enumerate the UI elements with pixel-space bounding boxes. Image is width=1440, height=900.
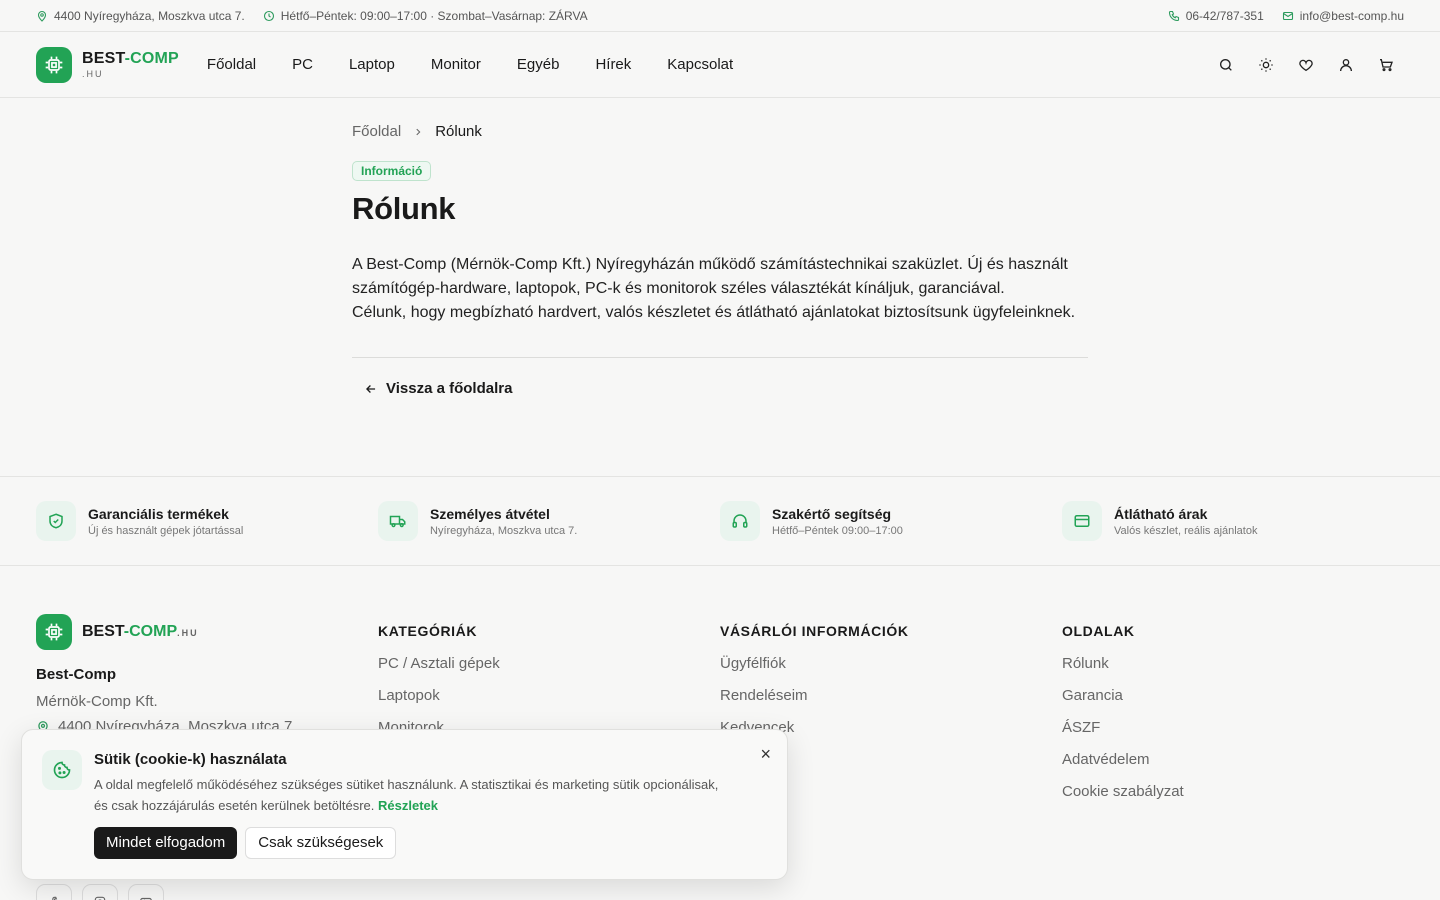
address-text: 4400 Nyíregyháza, Moszkva utca 7. [54, 8, 245, 23]
footer-company-name: Best-Comp [36, 666, 117, 683]
feature-subtitle: Nyíregyháza, Moszkva utca 7. [430, 524, 578, 537]
user-icon[interactable] [1338, 57, 1354, 73]
feature-title: Átlátható árak [1114, 505, 1208, 522]
main-nav: Főoldal PC Laptop Monitor Egyéb Hírek Ka… [207, 56, 733, 73]
footer-customer-title: VÁSÁRLÓI INFORMÁCIÓK [720, 623, 909, 639]
back-to-home-link[interactable]: Vissza a főoldalra [364, 380, 1088, 397]
description-paragraph-2: Célunk, hogy megbízható hardvert, valós … [352, 304, 1076, 321]
feature-prices: Átlátható árak Valós készlet, reális ajá… [1062, 501, 1404, 541]
footer-company-sub: Mérnök-Comp Kft. [36, 693, 158, 710]
social-links [36, 884, 164, 900]
footer-link[interactable]: Rólunk [1062, 655, 1404, 687]
heart-icon[interactable] [1298, 57, 1314, 73]
nav-item-laptop[interactable]: Laptop [349, 56, 395, 73]
necessary-only-button[interactable]: Csak szükségesek [245, 827, 397, 859]
chevron-right-icon [413, 127, 423, 137]
cookie-text: A oldal megfelelő működéséhez szükséges … [94, 774, 734, 816]
feature-pickup: Személyes átvétel Nyíregyháza, Moszkva u… [378, 501, 720, 541]
credit-card-icon [1062, 501, 1102, 541]
footer-logo-name: BEST [82, 623, 124, 640]
youtube-icon[interactable] [128, 884, 164, 900]
nav-item-fooldal[interactable]: Főoldal [207, 56, 256, 73]
phone-text: 06-42/787-351 [1185, 8, 1264, 23]
chip-icon [36, 614, 72, 650]
truck-icon [378, 501, 418, 541]
cookie-consent-banner: × Sütik (cookie-k) használata A oldal me… [21, 729, 788, 880]
nav-item-pc[interactable]: PC [292, 56, 313, 73]
site-logo[interactable]: BEST-COMP .HU [36, 46, 179, 83]
feature-subtitle: Valós készlet, reális ajánlatok [1114, 524, 1258, 537]
feature-warranty: Garanciális termékek Új és használt gépe… [36, 501, 378, 541]
footer-logo[interactable]: BEST-COMP.HU [36, 614, 378, 650]
theme-toggle-sun-icon[interactable] [1258, 57, 1274, 73]
chip-icon [36, 46, 72, 83]
clock-icon [263, 10, 275, 22]
logo-name-accent: -COMP [124, 49, 179, 67]
accept-all-button[interactable]: Mindet elfogadom [94, 827, 238, 859]
mail-icon [1282, 10, 1294, 22]
footer-pages-title: OLDALAK [1062, 623, 1135, 639]
features-bar: Garanciális termékek Új és használt gépe… [0, 476, 1440, 566]
feature-title: Személyes átvétel [430, 505, 550, 522]
feature-title: Garanciális termékek [88, 505, 229, 522]
nav-item-kapcsolat[interactable]: Kapcsolat [667, 56, 733, 73]
page-title: Rólunk [352, 191, 456, 226]
nav-item-hirek[interactable]: Hírek [595, 56, 631, 73]
footer-logo-accent: -COMP [123, 623, 178, 640]
footer-categories-title: KATEGÓRIÁK [378, 623, 478, 639]
back-link-label: Vissza a főoldalra [386, 380, 513, 397]
map-pin-icon [36, 10, 48, 22]
cart-icon[interactable] [1378, 57, 1394, 73]
facebook-icon[interactable] [36, 884, 72, 900]
footer-link[interactable]: Ügyfélfiók [720, 655, 1062, 687]
email-link[interactable]: info@best-comp.hu [1282, 9, 1404, 23]
footer-link[interactable]: Cookie szabályzat [1062, 783, 1404, 815]
address-info: 4400 Nyíregyháza, Moszkva utca 7. [36, 9, 245, 23]
breadcrumb-home[interactable]: Főoldal [352, 123, 401, 140]
cookie-details-link[interactable]: Részletek [378, 798, 438, 813]
instagram-icon[interactable] [82, 884, 118, 900]
hours-text: Hétfő–Péntek: 09:00–17:00 · Szombat–Vasá… [280, 8, 588, 23]
feature-subtitle: Új és használt gépek jótartással [88, 524, 244, 537]
opening-hours: Hétfő–Péntek: 09:00–17:00 · Szombat–Vasá… [263, 9, 588, 23]
feature-subtitle: Hétfő–Péntek 09:00–17:00 [772, 524, 903, 537]
search-icon[interactable] [1218, 57, 1234, 73]
breadcrumb: Főoldal Rólunk [352, 123, 1088, 140]
description-paragraph-1: A Best-Comp (Mérnök-Comp Kft.) Nyíregyhá… [352, 256, 1068, 297]
cookie-title: Sütik (cookie-k) használata [94, 751, 287, 768]
footer-pages: OLDALAK Rólunk Garancia ÁSZF Adatvédelem… [1062, 614, 1404, 900]
top-info-bar: 4400 Nyíregyháza, Moszkva utca 7. Hétfő–… [0, 0, 1440, 32]
site-header: BEST-COMP .HU Főoldal PC Laptop Monitor … [0, 32, 1440, 98]
email-text: info@best-comp.hu [1299, 8, 1404, 23]
footer-link[interactable]: PC / Asztali gépek [378, 655, 720, 687]
logo-name: BEST [82, 49, 125, 67]
footer-link[interactable]: Laptopok [378, 687, 720, 719]
main-content: Főoldal Rólunk Információ Rólunk A Best-… [352, 98, 1088, 397]
phone-icon [1168, 10, 1180, 22]
footer-link[interactable]: Rendeléseim [720, 687, 1062, 719]
feature-support: Szakértő segítség Hétfő–Péntek 09:00–17:… [720, 501, 1062, 541]
page-description: A Best-Comp (Mérnök-Comp Kft.) Nyíregyhá… [352, 253, 1088, 325]
footer-link[interactable]: Adatvédelem [1062, 751, 1404, 783]
arrow-left-icon [364, 382, 378, 396]
footer-link[interactable]: Garancia [1062, 687, 1404, 719]
breadcrumb-current: Rólunk [435, 123, 482, 140]
feature-title: Szakértő segítség [772, 505, 892, 522]
close-button[interactable]: × [760, 744, 771, 765]
phone-link[interactable]: 06-42/787-351 [1168, 9, 1264, 23]
logo-tld: .HU [82, 68, 104, 79]
info-badge: Információ [352, 161, 432, 181]
shield-check-icon [36, 501, 76, 541]
cookie-icon [42, 750, 82, 790]
content-divider [352, 357, 1088, 358]
footer-link[interactable]: ÁSZF [1062, 719, 1404, 751]
nav-item-monitor[interactable]: Monitor [431, 56, 481, 73]
headphones-icon [720, 501, 760, 541]
footer-logo-tld: .HU [177, 628, 199, 638]
nav-item-egyeb[interactable]: Egyéb [517, 56, 560, 73]
